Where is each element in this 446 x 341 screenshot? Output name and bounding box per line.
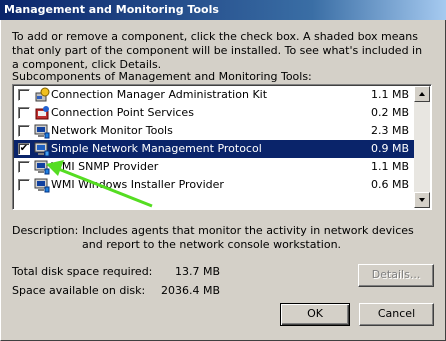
checkbox-checked[interactable]: ✔ (18, 143, 30, 155)
connection-manager-icon (35, 87, 50, 102)
window-title: Management and Monitoring Tools (4, 3, 219, 16)
list-item[interactable]: Connection Point Services 0.2 MB (14, 104, 417, 122)
checkbox[interactable] (18, 179, 30, 191)
ok-button[interactable]: OK (280, 303, 350, 326)
list-item[interactable]: Connection Manager Administration Kit 1.… (14, 86, 417, 104)
arrow-down-icon (419, 198, 425, 202)
intro-text: To add or remove a component, click the … (12, 30, 423, 71)
list-item-selected[interactable]: ✔ Simple Network Management Protocol 0.9… (14, 140, 417, 158)
checkbox[interactable] (18, 107, 30, 119)
checkbox[interactable] (18, 89, 30, 101)
checkbox[interactable] (18, 161, 30, 173)
subcomponents-label: Subcomponents of Management and Monitori… (12, 70, 312, 83)
details-button[interactable]: Details... (358, 264, 434, 287)
description-label: Description: (12, 224, 79, 237)
disk-required-value: 13.7 MB (174, 265, 220, 278)
disk-available-value: 2036.4 MB (160, 284, 220, 297)
snmp-icon (34, 142, 50, 157)
checkbox[interactable] (18, 125, 30, 137)
disk-required-label: Total disk space required: (12, 265, 153, 278)
disk-available-label: Space available on disk: (12, 284, 146, 297)
wmi-snmp-icon (34, 160, 50, 175)
wmi-installer-icon (34, 178, 50, 193)
cancel-button[interactable]: Cancel (359, 303, 434, 326)
scroll-down-button[interactable] (414, 192, 430, 208)
list-item[interactable]: Network Monitor Tools 2.3 MB (14, 122, 417, 140)
vertical-scrollbar[interactable] (414, 86, 430, 208)
scroll-up-button[interactable] (414, 86, 430, 102)
description-text: Includes agents that monitor the activit… (82, 224, 414, 251)
arrow-up-icon (419, 92, 425, 96)
network-monitor-icon (34, 124, 50, 139)
list-item[interactable]: WMI SNMP Provider 1.1 MB (14, 158, 417, 176)
list-item[interactable]: WMI Windows Installer Provider 0.6 MB (14, 176, 417, 194)
connection-point-icon (35, 106, 49, 120)
title-bar: Management and Monitoring Tools (0, 0, 446, 20)
components-list[interactable]: Connection Manager Administration Kit 1.… (12, 84, 432, 210)
